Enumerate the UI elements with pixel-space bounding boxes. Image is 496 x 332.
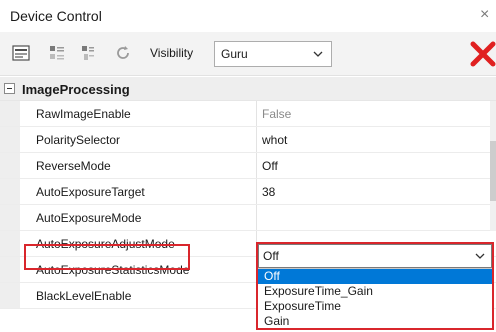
column-divider (256, 101, 257, 126)
column-divider (256, 153, 257, 178)
dropdown-option[interactable]: Gain (258, 314, 492, 329)
sort-category-icon[interactable] (48, 44, 66, 62)
scrollbar[interactable] (490, 101, 496, 231)
column-divider (256, 205, 257, 230)
row-gutter (0, 205, 20, 230)
property-row[interactable]: AutoExposureMode (0, 205, 496, 231)
visibility-select[interactable]: Guru (214, 41, 332, 67)
close-icon[interactable]: × (480, 5, 496, 25)
property-row[interactable]: ReverseMode Off (0, 153, 496, 179)
property-row[interactable]: AutoExposureTarget 38 (0, 179, 496, 205)
row-gutter (0, 127, 20, 152)
visibility-label: Visibility (150, 46, 194, 60)
property-name: PolaritySelector (36, 133, 121, 147)
category-label: ImageProcessing (22, 82, 130, 97)
property-value[interactable]: Off (262, 159, 278, 173)
window-title: Device Control (10, 8, 102, 24)
row-gutter (0, 153, 20, 178)
property-row[interactable]: RawImageEnable False (0, 101, 496, 127)
dropdown-option[interactable]: ExposureTime_Gain (258, 284, 492, 299)
property-value[interactable]: False (262, 107, 291, 121)
property-value[interactable]: 38 (262, 185, 275, 199)
sort-alpha-icon[interactable] (80, 44, 98, 62)
toolbar: Visibility Guru (0, 32, 496, 76)
row-gutter (0, 101, 20, 126)
dropdown-list: Off ExposureTime_Gain ExposureTime Gain (258, 268, 492, 328)
column-divider (256, 179, 257, 204)
visibility-value: Guru (221, 47, 248, 61)
dropdown-option[interactable]: Off (258, 269, 492, 284)
row-gutter (0, 283, 20, 308)
dropdown-option[interactable]: ExposureTime (258, 299, 492, 314)
dropdown-panel: Off ExposureTime_Gain ExposureTime Gain (256, 242, 494, 330)
grid-view-icon[interactable] (12, 44, 30, 62)
row-gutter (0, 257, 20, 282)
row-gutter (0, 179, 20, 204)
property-value[interactable]: whot (262, 133, 287, 147)
highlight-box-name (24, 244, 190, 270)
red-x-icon[interactable] (470, 41, 496, 67)
property-name: AutoExposureMode (36, 211, 142, 225)
property-name: ReverseMode (36, 159, 111, 173)
row-gutter (0, 231, 20, 256)
category-header[interactable]: ImageProcessing (0, 77, 496, 101)
property-name: RawImageEnable (36, 107, 131, 121)
property-row[interactable]: PolaritySelector whot (0, 127, 496, 153)
property-name: AutoExposureTarget (36, 185, 145, 199)
title-bar: Device Control × (0, 0, 496, 32)
collapse-icon[interactable] (4, 83, 15, 94)
property-name: BlackLevelEnable (36, 289, 132, 303)
scrollbar-thumb[interactable] (490, 141, 496, 201)
chevron-down-icon (313, 51, 323, 57)
refresh-icon[interactable] (114, 44, 132, 62)
column-divider (256, 127, 257, 152)
